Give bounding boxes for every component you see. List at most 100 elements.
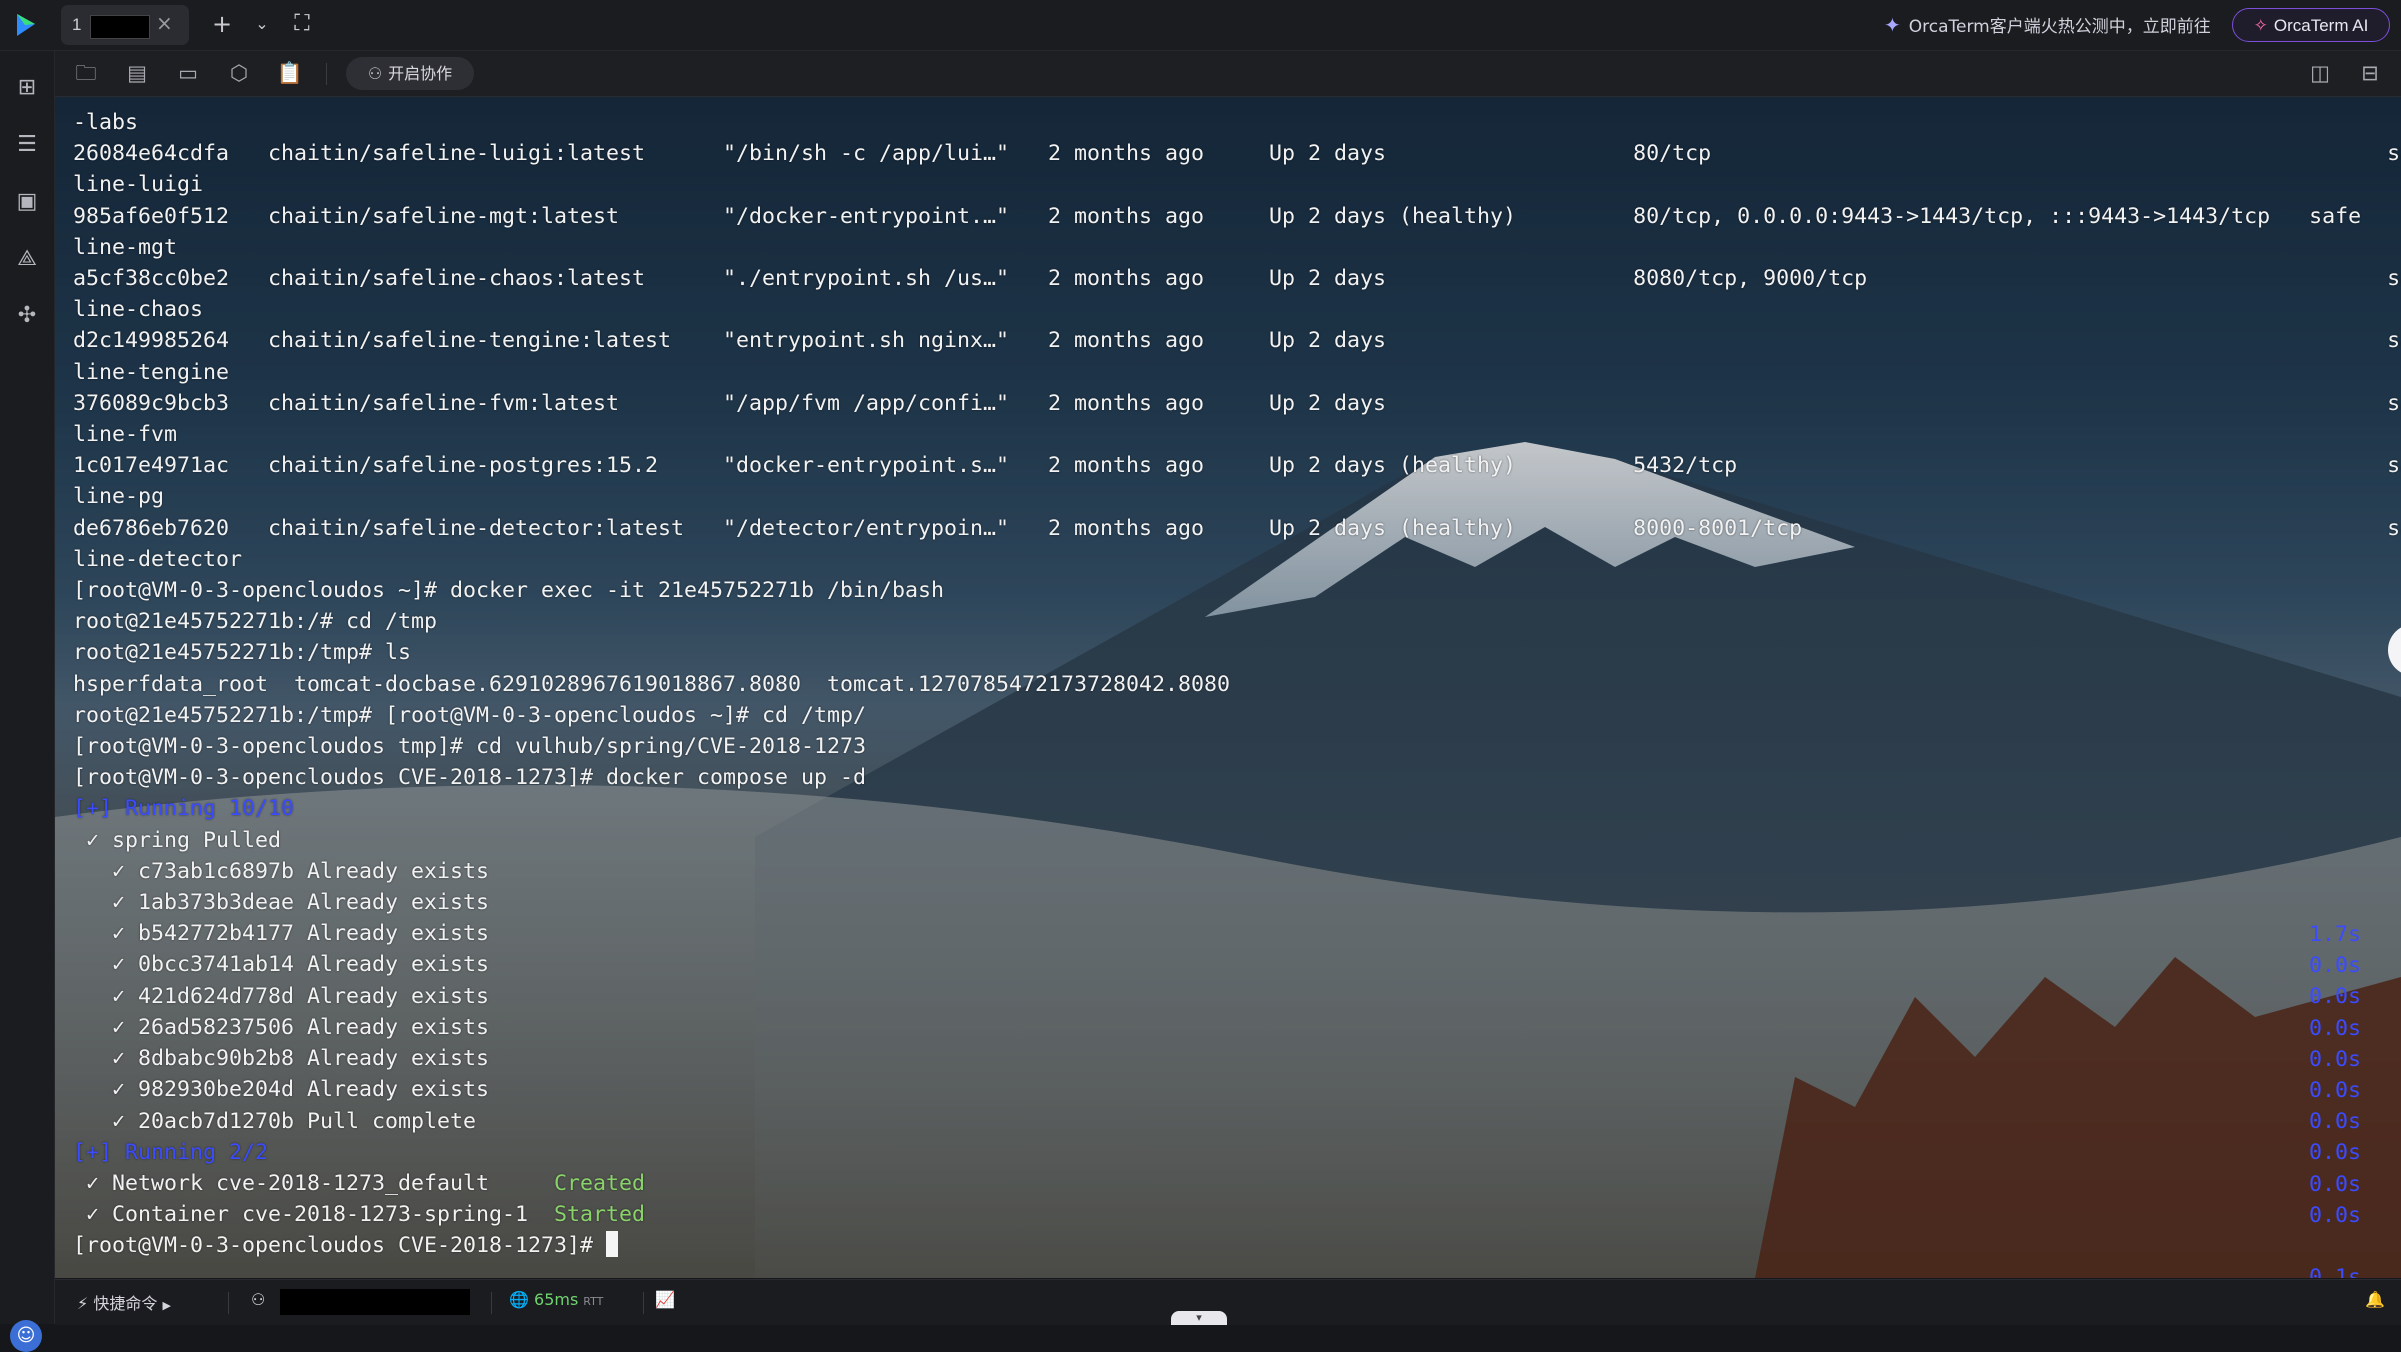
- promo-banner[interactable]: ✦ OrcaTerm客户端火热公测中，立即前往: [1884, 12, 2211, 38]
- collapse-panel-handle[interactable]: ▾: [1171, 1311, 1227, 1325]
- duration-value: 0.0s: [2308, 1109, 2361, 1135]
- terminal-line: 985af6e0f512 chaitin/safeline-mgt:latest…: [73, 203, 2362, 229]
- monitor-chart-icon[interactable]: 📈: [655, 1290, 675, 1309]
- collab-label: 开启协作: [388, 64, 453, 83]
- terminal-cursor: [606, 1231, 619, 1258]
- terminal-line: hsperfdata_root tomcat-docbase.629102896…: [73, 671, 1231, 697]
- terminal-line: ✓ Container cve-2018-1273-spring-1: [73, 1202, 555, 1228]
- terminal-line: d2c149985264 chaitin/safeline-tengine:la…: [73, 328, 2401, 354]
- terminal-toolbar: 🗀 ▤ ▭ ⬡ 📋 ⚇ 开启协作 ◫ ⊟: [55, 51, 2401, 97]
- latency-value: 65ms: [534, 1290, 579, 1309]
- split-horizontal-icon[interactable]: ⊟: [2355, 59, 2385, 87]
- status-divider: [491, 1292, 492, 1314]
- tab-title-redacted: [90, 15, 150, 39]
- lightning-icon: ⚡: [77, 1294, 89, 1313]
- title-bar: 1 × + ⌄ ⛶ ✦ OrcaTerm客户端火热公测中，立即前往 ✧ OrcaTe…: [0, 0, 2401, 51]
- terminal-line: a5cf38cc0be2 chaitin/safeline-chaos:late…: [73, 266, 2401, 292]
- terminal-line: root@21e45752271b:/tmp# [root@VM-0-3-ope…: [73, 702, 867, 728]
- quick-commands-label: 快捷命令: [93, 1294, 158, 1313]
- terminal-line: ✓ 0bcc3741ab14 Already exists: [73, 952, 490, 978]
- status-word: Started: [554, 1202, 646, 1228]
- duration-value: 0.0s: [2308, 1078, 2361, 1104]
- fullscreen-icon[interactable]: ⛶: [287, 9, 317, 39]
- quick-commands-button[interactable]: ⚡ 快捷命令 ▶: [77, 1290, 171, 1314]
- clipboard-settings-icon[interactable]: 📋: [275, 59, 305, 87]
- add-tab-icon[interactable]: +: [207, 9, 237, 39]
- security-icon[interactable]: ⬡: [224, 59, 254, 87]
- terminal-line: line-chaos: [73, 297, 204, 323]
- terminal-line: line-pg: [73, 484, 165, 510]
- terminal-line: line-fvm: [73, 422, 178, 448]
- duration-value: 0.0s: [2308, 1202, 2361, 1228]
- terminal-line: -labs: [73, 110, 139, 135]
- latency-indicator: 🌐 65ms RTT: [509, 1290, 603, 1309]
- tab-number: 1: [72, 15, 82, 34]
- terminal-line: root@21e45752271b:/tmp# ls: [73, 640, 412, 666]
- file-manager-icon[interactable]: ▤: [122, 59, 152, 87]
- terminal-line: [+] Running 2/2: [73, 1139, 269, 1165]
- toolbar-divider: [326, 63, 327, 85]
- duration-value: 0.0s: [2308, 1015, 2361, 1041]
- duration-value: 0.0s: [2308, 1140, 2361, 1166]
- terminal-line: ✓ 26ad58237506 Already exists: [73, 1014, 490, 1040]
- close-tab-icon[interactable]: ×: [156, 11, 173, 35]
- sftp-folder-icon[interactable]: 🗀: [71, 59, 101, 87]
- server-icon[interactable]: ▣: [12, 187, 42, 217]
- duration-value: 0.0s: [2308, 953, 2361, 979]
- grid-apps-icon[interactable]: ⊞: [12, 73, 42, 103]
- terminal-line: ✓ 20acb7d1270b Pull complete: [73, 1108, 477, 1134]
- terminal-line: [root@VM-0-3-opencloudos CVE-2018-1273]#: [73, 1233, 607, 1259]
- terminal-line: 376089c9bcb3 chaitin/safeline-fvm:latest…: [73, 390, 2401, 416]
- status-divider: [643, 1292, 644, 1314]
- duration-value: 0.0s: [2308, 1171, 2361, 1197]
- file-list-icon[interactable]: ☰: [12, 130, 42, 160]
- status-divider: [228, 1292, 229, 1314]
- terminal-line: [+] Running 10/10: [73, 796, 295, 822]
- terminal-line: de6786eb7620 chaitin/safeline-detector:l…: [73, 515, 2401, 541]
- terminal-line: ✓ Network cve-2018-1273_default: [73, 1170, 555, 1196]
- terminal-line: [root@VM-0-3-opencloudos ~]# docker exec…: [73, 578, 945, 604]
- latency-unit: RTT: [583, 1295, 604, 1308]
- host-name-redacted: [280, 1289, 470, 1315]
- ai-star-icon: ✧: [2253, 16, 2268, 35]
- terminal-line: line-luigi: [73, 172, 204, 198]
- terminal-line: ✓ 982930be204d Already exists: [73, 1077, 490, 1103]
- duration-value: 0.0s: [2308, 984, 2361, 1010]
- host-icon: ⚇: [251, 1290, 266, 1309]
- bell-icon[interactable]: 🔔: [2365, 1290, 2385, 1309]
- split-vertical-icon[interactable]: ◫: [2305, 59, 2335, 87]
- pull-durations: 1.7s 0.0s 0.0s 0.0s 0.0s 0.0s 0.0s 0.0s …: [2309, 919, 2361, 1278]
- terminal-line: ✓ c73ab1c6897b Already exists: [73, 858, 490, 884]
- app-logo-icon: [17, 14, 35, 36]
- terminal-line: ✓ 1ab373b3deae Already exists: [73, 890, 490, 916]
- terminal-line: ✓ b542772b4177 Already exists: [73, 921, 490, 947]
- terminal-line: line-detector: [73, 546, 243, 572]
- sparkle-icon: ✦: [1884, 13, 1901, 37]
- left-sidebar: ⊞ ☰ ▣ ⟁ ✣ ☺: [0, 51, 55, 1352]
- duration-value: 0.0s: [2308, 1046, 2361, 1072]
- terminal-output[interactable]: -labs 26084e64cdfa chaitin/safeline-luig…: [73, 107, 2401, 1262]
- session-tab-1[interactable]: 1 ×: [61, 5, 189, 45]
- ai-button-label: OrcaTerm AI: [2273, 16, 2369, 35]
- terminal-line: [root@VM-0-3-opencloudos tmp]# cd vulhub…: [73, 734, 867, 760]
- duration-value: 0.1s: [2308, 1265, 2361, 1278]
- user-avatar[interactable]: ☺: [10, 1320, 42, 1352]
- status-bar: ⚡ 快捷命令 ▶ ⚇ 🌐 65ms RTT 📈 ▾ 🔔: [55, 1279, 2401, 1325]
- terminal-line: 1c017e4971ac chaitin/safeline-postgres:1…: [73, 453, 2401, 479]
- terminal-line: ✓ 421d624d778d Already exists: [73, 983, 490, 1009]
- status-word: Created: [554, 1170, 646, 1196]
- orcaterm-ai-button[interactable]: ✧ OrcaTerm AI: [2232, 8, 2390, 42]
- plugin-icon[interactable]: ✣: [12, 301, 42, 331]
- user-plus-icon: ⚇: [367, 64, 383, 83]
- terminal-pane[interactable]: -labs 26084e64cdfa chaitin/safeline-luig…: [55, 97, 2401, 1278]
- terminal-line: 26084e64cdfa chaitin/safeline-luigi:late…: [73, 141, 2401, 167]
- duration-value: [2348, 1234, 2361, 1259]
- terminal-line: [root@VM-0-3-opencloudos CVE-2018-1273]#…: [73, 765, 867, 791]
- start-collaboration-button[interactable]: ⚇ 开启协作: [346, 57, 474, 90]
- terminal-line: line-mgt: [73, 234, 178, 260]
- promo-text: OrcaTerm客户端火热公测中，立即前往: [1908, 17, 2211, 37]
- network-icon[interactable]: ⟁: [12, 244, 42, 274]
- terminal-window-icon[interactable]: ▭: [173, 59, 203, 87]
- chevron-down-icon[interactable]: ⌄: [247, 9, 277, 39]
- terminal-line: line-tengine: [73, 359, 230, 385]
